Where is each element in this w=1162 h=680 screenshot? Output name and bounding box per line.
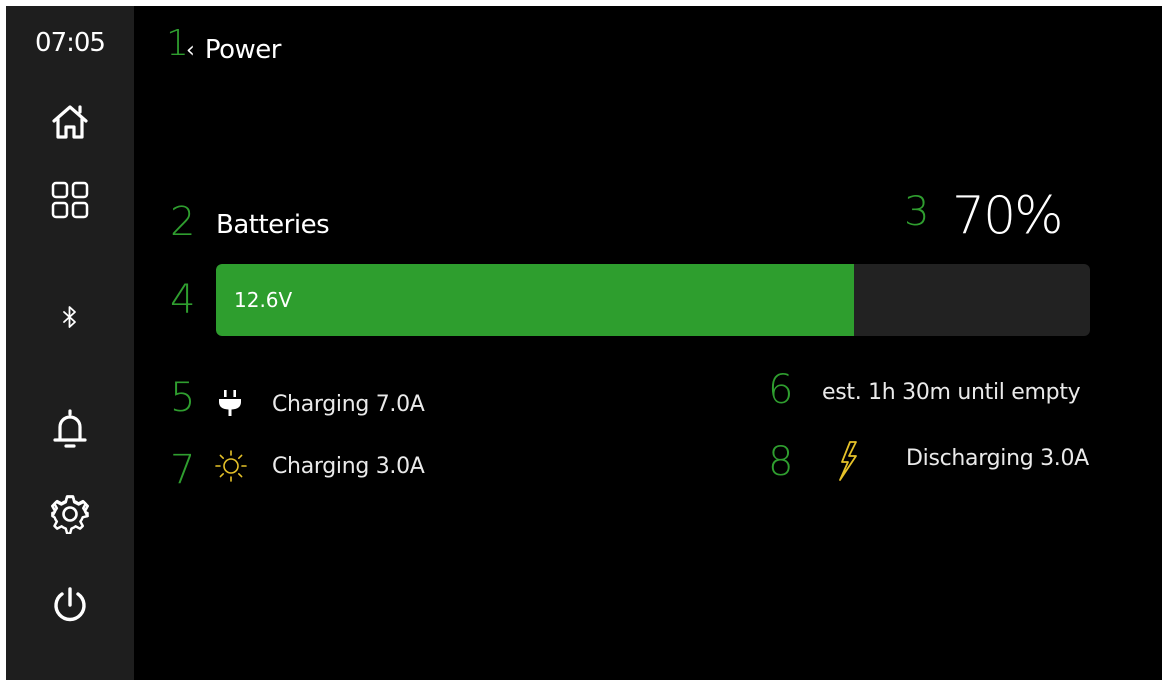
marker-3: 3 (904, 189, 930, 235)
marker-4: 4 (170, 277, 196, 323)
battery-level-bar: 12.6V (216, 264, 1090, 336)
marker-6: 6 (768, 367, 794, 413)
home-button[interactable] (40, 96, 100, 148)
apps-grid-icon (51, 181, 89, 219)
gear-icon (51, 495, 90, 534)
shore-charging-text: Charging 7.0A (272, 392, 425, 417)
battery-level-fill (216, 264, 855, 336)
sun-icon (215, 450, 247, 482)
chevron-left-icon: ‹ (186, 37, 195, 63)
marker-5: 5 (170, 375, 196, 421)
settings-button[interactable] (40, 488, 100, 540)
marker-2: 2 (170, 199, 196, 245)
home-icon (52, 105, 88, 139)
power-button[interactable] (40, 580, 100, 632)
discharging-text: Discharging 3.0A (906, 446, 1089, 471)
bell-icon (53, 409, 87, 448)
notifications-button[interactable] (40, 404, 100, 456)
apps-button[interactable] (40, 174, 100, 226)
clock: 07:05 (35, 28, 106, 58)
bluetooth-button[interactable] (40, 291, 100, 343)
screen: 07:05 1 ‹ Power 2 Batteries 3 70% 4 12.6… (6, 6, 1162, 680)
lightning-icon (839, 441, 857, 481)
batteries-label: Batteries (216, 210, 330, 240)
battery-voltage: 12.6V (234, 288, 293, 312)
power-icon (54, 587, 86, 622)
estimate-text: est. 1h 30m until empty (822, 380, 1081, 405)
battery-percent: 70% (952, 186, 1064, 246)
marker-7: 7 (170, 447, 196, 493)
marker-8: 8 (768, 439, 794, 485)
sidebar: 07:05 (6, 6, 134, 680)
plug-icon (219, 390, 241, 416)
back-button[interactable]: ‹ Power (186, 30, 281, 70)
solar-charging-text: Charging 3.0A (272, 454, 425, 479)
bluetooth-icon (63, 306, 76, 328)
page-title: Power (204, 35, 282, 65)
